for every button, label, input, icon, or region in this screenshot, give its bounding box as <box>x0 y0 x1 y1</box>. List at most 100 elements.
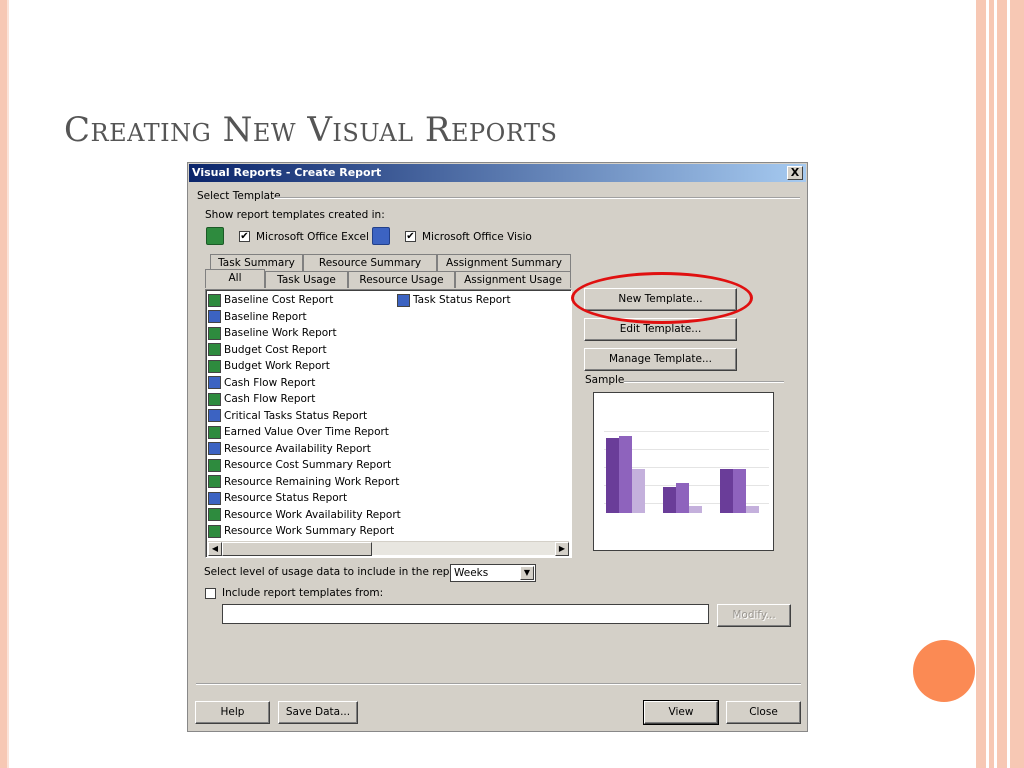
dialog-title: Visual Reports - Create Report <box>192 166 382 179</box>
list-item-label: Critical Tasks Status Report <box>224 409 368 422</box>
sample-divider <box>624 381 784 383</box>
excel-report-icon <box>208 326 221 340</box>
close-icon[interactable]: X <box>787 166 803 180</box>
list-item-label: Resource Status Report <box>224 492 348 504</box>
slide-left-border-inner <box>7 0 9 768</box>
list-item-label: Cash Flow Report <box>224 393 316 405</box>
visio-checkbox[interactable]: ✔ <box>405 231 416 242</box>
list-item-label: Resource Cost Summary Report <box>224 459 392 471</box>
scroll-thumb[interactable] <box>222 542 372 556</box>
sample-bar <box>606 437 619 513</box>
scroll-left-icon[interactable]: ◀ <box>208 542 222 556</box>
sample-bar <box>720 469 733 513</box>
list-item[interactable]: Earned Value Over Time Report <box>208 424 389 440</box>
view-button[interactable]: View <box>643 700 719 725</box>
slide-right-stripe <box>1010 0 1024 768</box>
list-item-label: Baseline Work Report <box>224 327 337 339</box>
tab-resource-usage[interactable]: Resource Usage <box>348 271 455 288</box>
visio-report-icon <box>208 376 221 389</box>
list-item-label: Baseline Cost Report <box>224 294 334 306</box>
list-item-label: Cash Flow Report <box>224 376 316 389</box>
highlight-oval <box>571 272 753 324</box>
sample-label: Sample <box>585 374 625 386</box>
sample-bar <box>676 483 689 513</box>
list-item-label: Earned Value Over Time Report <box>224 426 389 438</box>
list-item[interactable]: Budget Cost Report <box>208 342 327 358</box>
list-item-label: Resource Work Availability Report <box>224 508 401 521</box>
list-item-label: Budget Work Report <box>224 360 330 372</box>
visio-icon <box>372 227 390 245</box>
list-item[interactable]: Resource Work Summary Report <box>208 523 394 539</box>
sample-chart <box>593 392 774 551</box>
excel-report-icon <box>208 508 221 521</box>
excel-report-icon <box>208 359 221 373</box>
usage-level-select[interactable]: Weeks ▼ <box>450 564 536 582</box>
list-item[interactable]: Budget Work Report <box>208 358 330 374</box>
save-data-button[interactable]: Save Data... <box>278 701 358 724</box>
list-item-label: Budget Cost Report <box>224 343 327 356</box>
list-item-label: Resource Work Summary Report <box>224 525 395 537</box>
slide-right-stripe <box>997 0 1007 768</box>
sample-bar <box>746 505 759 513</box>
excel-checkbox-label: Microsoft Office Excel <box>256 231 369 243</box>
dialog-titlebar: Visual Reports - Create Report X <box>189 164 806 182</box>
excel-report-icon <box>208 425 221 439</box>
select-template-label: Select Template <box>197 190 281 202</box>
excel-report-icon <box>208 343 221 356</box>
list-item[interactable]: Resource Cost Summary Report <box>208 457 391 473</box>
list-item[interactable]: Resource Work Availability Report <box>208 507 401 523</box>
excel-report-icon <box>208 293 221 307</box>
slide-title: Creating New Visual Reports <box>64 110 558 150</box>
list-item[interactable]: Baseline Work Report <box>208 325 337 341</box>
sample-bar <box>689 505 702 513</box>
group-divider <box>274 197 800 199</box>
visio-report-icon <box>208 310 221 323</box>
sample-bar <box>733 469 746 513</box>
visio-report-icon <box>208 442 221 455</box>
help-button[interactable]: Help <box>195 701 270 724</box>
list-item-label: Task Status Report <box>413 294 511 306</box>
create-report-dialog: Visual Reports - Create Report X Select … <box>187 162 808 732</box>
list-item[interactable]: Baseline Report <box>208 309 307 325</box>
include-path-input[interactable] <box>222 604 709 624</box>
tab-resource-summary[interactable]: Resource Summary <box>303 254 437 271</box>
tab-task-usage[interactable]: Task Usage <box>265 271 348 288</box>
list-item-label: Resource Remaining Work Report <box>224 475 400 488</box>
sample-bar <box>632 469 645 513</box>
list-item[interactable]: Task Status Report <box>397 292 511 308</box>
modify-button[interactable]: Modify... <box>717 604 791 627</box>
list-item[interactable]: Resource Availability Report <box>208 441 371 457</box>
excel-report-icon <box>208 475 221 488</box>
sample-bar <box>619 436 632 513</box>
list-item-label: Baseline Report <box>224 310 307 323</box>
tab-assignment-usage[interactable]: Assignment Usage <box>455 271 571 288</box>
accent-dot <box>913 640 975 702</box>
slide-right-stripe <box>976 0 986 768</box>
list-item[interactable]: Cash Flow Report <box>208 375 315 391</box>
visio-report-icon <box>208 491 221 505</box>
tab-assignment-summary[interactable]: Assignment Summary <box>437 254 571 271</box>
include-templates-label: Include report templates from: <box>222 587 384 599</box>
close-button[interactable]: Close <box>726 701 801 724</box>
excel-checkbox[interactable]: ✔ <box>239 231 250 242</box>
list-item-label: Resource Availability Report <box>224 442 371 455</box>
list-item[interactable]: Critical Tasks Status Report <box>208 408 367 424</box>
usage-level-value: Weeks <box>454 567 489 579</box>
include-templates-checkbox[interactable] <box>205 588 216 599</box>
scroll-right-icon[interactable]: ▶ <box>555 542 569 556</box>
horizontal-scrollbar[interactable]: ◀ ▶ <box>208 541 569 556</box>
list-item[interactable]: Resource Remaining Work Report <box>208 474 399 490</box>
visio-checkbox-label: Microsoft Office Visio <box>422 231 532 243</box>
report-template-list[interactable]: Baseline Cost Report Baseline Report Basel… <box>205 289 572 558</box>
tab-all[interactable]: All <box>205 269 265 288</box>
bottom-divider <box>196 683 801 685</box>
list-item[interactable]: Baseline Cost Report <box>208 292 333 308</box>
list-item[interactable]: Cash Flow Report <box>208 391 315 407</box>
slide-left-border <box>0 0 7 768</box>
chevron-down-icon[interactable]: ▼ <box>520 566 534 580</box>
usage-level-label: Select level of usage data to include in… <box>204 566 468 578</box>
manage-template-button[interactable]: Manage Template... <box>584 348 737 371</box>
list-item[interactable]: Resource Status Report <box>208 490 347 506</box>
excel-report-icon <box>208 458 221 472</box>
visio-report-icon <box>208 409 221 422</box>
